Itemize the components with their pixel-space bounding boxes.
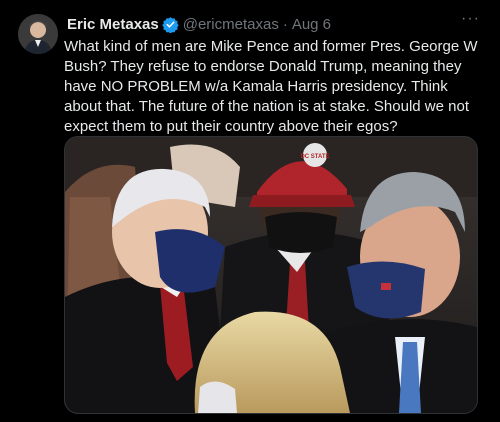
cap-logo: DC STATE: [300, 154, 329, 160]
more-options-icon[interactable]: ···: [461, 10, 480, 28]
verified-badge-icon: [162, 16, 179, 33]
post-header: Eric Metaxas @ericmetaxas · Aug 6: [67, 14, 486, 34]
separator-dot: ·: [282, 15, 288, 33]
post-text: What kind of men are Mike Pence and form…: [64, 38, 478, 135]
post-image[interactable]: DC STATE: [64, 136, 478, 414]
photo-illustration: DC STATE: [65, 137, 477, 413]
author-handle[interactable]: @ericmetaxas: [183, 16, 279, 33]
author-avatar[interactable]: [18, 14, 58, 54]
author-name[interactable]: Eric Metaxas: [67, 16, 159, 33]
post-date[interactable]: Aug 6: [292, 16, 331, 33]
post[interactable]: Eric Metaxas @ericmetaxas · Aug 6 ··· Wh…: [0, 0, 500, 422]
